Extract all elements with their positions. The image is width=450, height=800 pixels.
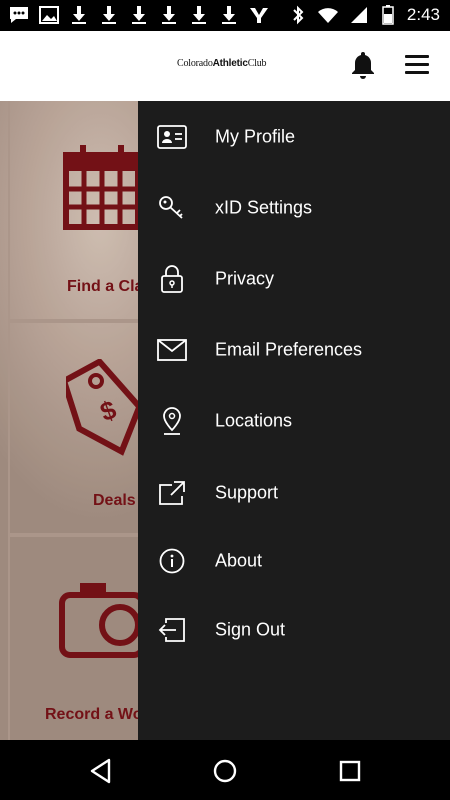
menu-item-label: About bbox=[215, 550, 263, 571]
key-icon bbox=[157, 193, 187, 223]
menu-item-label: Locations bbox=[215, 410, 293, 431]
sign-out-icon bbox=[157, 615, 187, 645]
bluetooth-icon bbox=[287, 4, 309, 26]
menu-item-email-preferences[interactable]: Email Preferences bbox=[138, 320, 450, 380]
wifi-icon bbox=[317, 4, 339, 26]
location-pin-icon bbox=[157, 406, 187, 436]
menu-item-my-profile[interactable]: My Profile bbox=[138, 107, 450, 167]
battery-icon bbox=[377, 4, 399, 26]
menu-item-support[interactable]: Support bbox=[138, 463, 450, 523]
ymca-icon bbox=[248, 4, 270, 26]
download-icon bbox=[98, 4, 120, 26]
menu-item-label: Privacy bbox=[215, 268, 275, 289]
logo-text-athletic: Athletic bbox=[212, 58, 248, 69]
status-bar: 2:43 bbox=[0, 0, 450, 31]
download-icon bbox=[68, 4, 90, 26]
clock: 2:43 bbox=[406, 5, 440, 24]
lock-icon bbox=[157, 264, 187, 294]
menu-item-about[interactable]: About bbox=[138, 531, 450, 591]
menu-item-label: Email Preferences bbox=[215, 339, 363, 360]
image-icon bbox=[38, 4, 60, 26]
logo-text-colorado: Colorado bbox=[177, 58, 213, 69]
system-nav-bar bbox=[0, 740, 450, 800]
download-icon bbox=[158, 4, 180, 26]
menu-item-privacy[interactable]: Privacy bbox=[138, 249, 450, 309]
download-icon bbox=[128, 4, 150, 26]
menu-item-label: Sign Out bbox=[215, 619, 286, 640]
id-card-icon bbox=[157, 122, 187, 152]
external-link-icon bbox=[157, 478, 187, 508]
logo-text-club: Club bbox=[247, 58, 267, 69]
menu-item-sign-out[interactable]: Sign Out bbox=[138, 600, 450, 660]
signal-icon bbox=[347, 4, 369, 26]
app-header: ColoradoAthleticClub bbox=[0, 31, 450, 101]
menu-item-xid-settings[interactable]: xID Settings bbox=[138, 178, 450, 238]
back-icon[interactable] bbox=[87, 757, 115, 785]
notifications-bell-icon[interactable] bbox=[350, 50, 376, 80]
menu-hamburger-icon[interactable] bbox=[405, 55, 431, 77]
menu-item-label: xID Settings bbox=[215, 197, 313, 218]
info-icon bbox=[157, 546, 187, 576]
menu-item-locations[interactable]: Locations bbox=[138, 391, 450, 451]
home-icon[interactable] bbox=[211, 757, 239, 785]
notification-icons bbox=[8, 4, 270, 26]
navigation-drawer: My Profile xID Settings Privacy Email Pr… bbox=[138, 101, 450, 740]
menu-item-label: My Profile bbox=[215, 126, 296, 147]
system-icons: 2:43 bbox=[287, 4, 440, 26]
download-icon bbox=[188, 4, 210, 26]
menu-item-label: Support bbox=[215, 482, 279, 503]
download-icon bbox=[218, 4, 240, 26]
recents-icon[interactable] bbox=[336, 757, 364, 785]
chat-icon bbox=[8, 4, 30, 26]
club-logo[interactable]: ColoradoAthleticClub bbox=[177, 58, 267, 69]
envelope-icon bbox=[157, 335, 187, 365]
